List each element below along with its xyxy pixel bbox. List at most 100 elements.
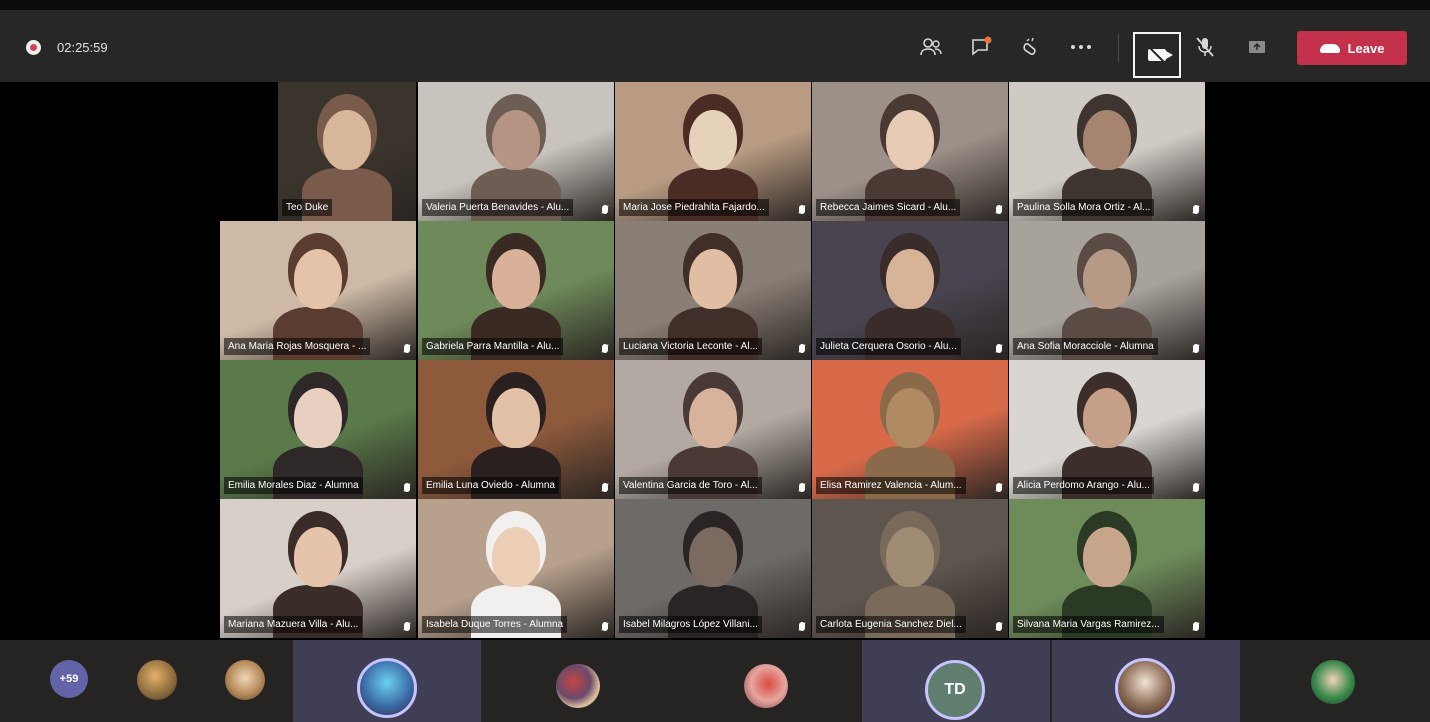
video-tile[interactable]: Elisa Ramirez Valencia - Alum...: [812, 360, 1008, 499]
muted-mic-icon: [996, 483, 1002, 492]
video-tile[interactable]: Paulina Solla Mora Ortiz - Al...: [1009, 82, 1205, 221]
video-tile[interactable]: Julieta Cerquera Osorio - Alu...: [812, 221, 1008, 360]
leave-label: Leave: [1347, 40, 1385, 56]
participant-name: Paulina Solla Mora Ortiz - Al...: [1013, 199, 1155, 216]
person-face: [294, 527, 342, 587]
more-participants-badge[interactable]: +59: [50, 660, 88, 698]
participant-name: Rebecca Jaimes Sicard - Alu...: [816, 199, 961, 216]
recording-icon: [26, 40, 41, 55]
meeting-toolbar: 02:25:59 Leave: [0, 10, 1430, 82]
leave-button[interactable]: Leave: [1297, 31, 1407, 65]
video-tile[interactable]: Ana Sofia Moracciole - Alumna: [1009, 221, 1205, 360]
participants-icon[interactable]: [914, 32, 948, 62]
video-tile[interactable]: Isabel Milagros López Villani...: [615, 499, 811, 638]
participant-name: Valentina Garcia de Toro - Al...: [619, 477, 762, 494]
participant-name: Luciana Victoria Leconte - Al...: [619, 338, 762, 355]
chat-icon[interactable]: [964, 32, 998, 62]
participant-name: Emilia Luna Oviedo - Alumna: [422, 477, 559, 494]
participant-name: Isabela Duque Torres - Alumna: [422, 616, 568, 633]
participant-avatar[interactable]: [357, 658, 417, 718]
video-tile[interactable]: Ana Maria Rojas Mosquera - ...: [220, 221, 416, 360]
person-face: [886, 249, 934, 309]
person-face: [1083, 249, 1131, 309]
person-face: [492, 110, 540, 170]
video-tile[interactable]: Teo Duke: [278, 82, 416, 221]
muted-mic-icon: [799, 483, 805, 492]
participant-roster-bar: +59 TD: [0, 640, 1430, 722]
person-face: [886, 110, 934, 170]
muted-mic-icon: [996, 622, 1002, 631]
share-screen-icon[interactable]: [1240, 32, 1274, 62]
toolbar-divider: [1118, 34, 1119, 62]
video-tile[interactable]: Valeria Puerta Benavides - Alu...: [418, 82, 614, 221]
video-stage: Teo Duke Valeria Puerta Benavides - Alu..…: [0, 82, 1430, 640]
participant-avatar[interactable]: [225, 660, 265, 700]
video-tile[interactable]: Alicia Perdomo Arango - Alu...: [1009, 360, 1205, 499]
video-tile[interactable]: Valentina Garcia de Toro - Al...: [615, 360, 811, 499]
camera-toggle-button[interactable]: [1133, 32, 1181, 78]
video-tile[interactable]: Rebecca Jaimes Sicard - Alu...: [812, 82, 1008, 221]
muted-mic-icon: [799, 344, 805, 353]
muted-mic-icon: [404, 344, 410, 353]
meeting-timer: 02:25:59: [57, 40, 108, 55]
person-face: [492, 527, 540, 587]
participant-name: Julieta Cerquera Osorio - Alu...: [816, 338, 961, 355]
person-face: [689, 527, 737, 587]
participant-name: Silvana Maria Vargas Ramirez...: [1013, 616, 1164, 633]
participant-avatar[interactable]: [556, 664, 600, 708]
person-face: [294, 388, 342, 448]
participant-avatar[interactable]: [1115, 658, 1175, 718]
participant-name: Mariana Mazuera Villa - Alu...: [224, 616, 363, 633]
person-face: [1083, 110, 1131, 170]
person-face: [886, 527, 934, 587]
muted-mic-icon: [1193, 622, 1199, 631]
participant-name: Valeria Puerta Benavides - Alu...: [422, 199, 574, 216]
person-face: [886, 388, 934, 448]
participant-initials-avatar[interactable]: TD: [925, 660, 985, 720]
person-face: [689, 249, 737, 309]
participant-name: Elisa Ramirez Valencia - Alum...: [816, 477, 966, 494]
mic-off-icon[interactable]: [1188, 32, 1222, 62]
person-face: [689, 110, 737, 170]
muted-mic-icon: [404, 622, 410, 631]
reactions-icon[interactable]: [1014, 32, 1048, 62]
muted-mic-icon: [799, 205, 805, 214]
video-tile[interactable]: Gabriela Parra Mantilla - Alu...: [418, 221, 614, 360]
muted-mic-icon: [996, 205, 1002, 214]
muted-mic-icon: [1193, 344, 1199, 353]
muted-mic-icon: [602, 344, 608, 353]
video-tile[interactable]: Emilia Luna Oviedo - Alumna: [418, 360, 614, 499]
muted-mic-icon: [602, 483, 608, 492]
muted-mic-icon: [602, 622, 608, 631]
participant-avatar[interactable]: [1311, 660, 1355, 704]
person-face: [323, 110, 371, 170]
muted-mic-icon: [996, 344, 1002, 353]
participant-name: Gabriela Parra Mantilla - Alu...: [422, 338, 564, 355]
participant-avatar[interactable]: [744, 664, 788, 708]
participant-name: Isabel Milagros López Villani...: [619, 616, 762, 633]
video-tile[interactable]: Carlota Eugenia Sanchez Diel...: [812, 499, 1008, 638]
video-tile[interactable]: Maria Jose Piedrahita Fajardo...: [615, 82, 811, 221]
video-tile[interactable]: Mariana Mazuera Villa - Alu...: [220, 499, 416, 638]
video-tile[interactable]: Isabela Duque Torres - Alumna: [418, 499, 614, 638]
video-tile[interactable]: Luciana Victoria Leconte - Al...: [615, 221, 811, 360]
video-tile[interactable]: Emilia Morales Diaz - Alumna: [220, 360, 416, 499]
muted-mic-icon: [1193, 483, 1199, 492]
participant-name: Alicia Perdomo Arango - Alu...: [1013, 477, 1154, 494]
person-face: [492, 388, 540, 448]
muted-mic-icon: [404, 483, 410, 492]
person-face: [294, 249, 342, 309]
participant-name: Emilia Morales Diaz - Alumna: [224, 477, 363, 494]
participant-name: Ana Maria Rojas Mosquera - ...: [224, 338, 371, 355]
more-options-icon[interactable]: [1064, 32, 1098, 62]
participant-name: Teo Duke: [282, 199, 333, 216]
muted-mic-icon: [1193, 205, 1199, 214]
person-face: [689, 388, 737, 448]
person-face: [1083, 527, 1131, 587]
muted-mic-icon: [602, 205, 608, 214]
participant-name: Maria Jose Piedrahita Fajardo...: [619, 199, 769, 216]
participant-avatar[interactable]: [137, 660, 177, 700]
video-tile[interactable]: Silvana Maria Vargas Ramirez...: [1009, 499, 1205, 638]
participant-name: Ana Sofia Moracciole - Alumna: [1013, 338, 1158, 355]
hang-up-icon: [1319, 43, 1340, 53]
